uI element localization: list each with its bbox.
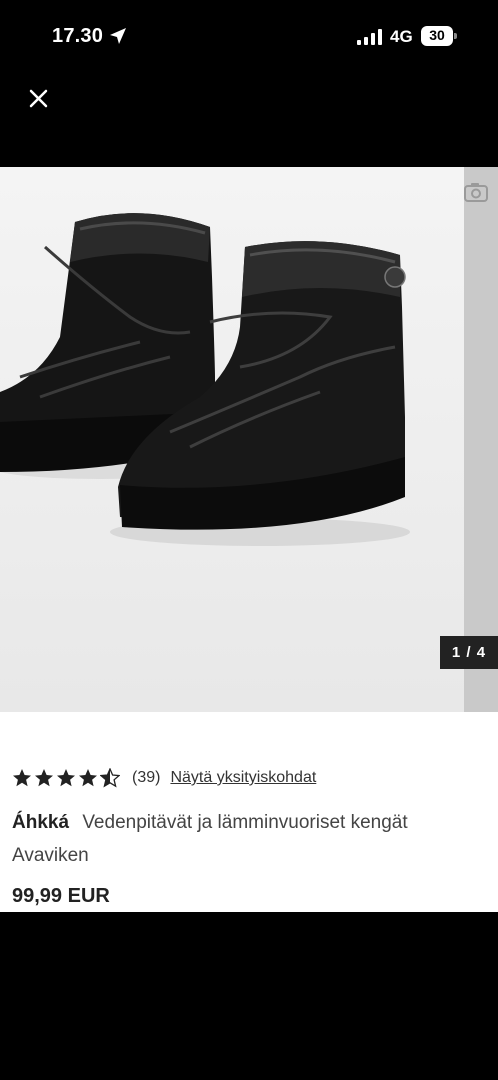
close-icon[interactable] — [22, 82, 56, 116]
show-details-link[interactable]: Näytä yksityiskohdat — [170, 769, 316, 787]
image-gallery[interactable]: 1 / 4 — [0, 167, 498, 712]
brand-name: Áhkká — [12, 812, 70, 833]
next-image-peek[interactable] — [464, 167, 498, 712]
product-details: (39) Näytä yksityiskohdat Áhkká Vedenpit… — [0, 712, 498, 912]
network-type: 4G — [390, 27, 413, 46]
status-bar: 17.30 4G 30 — [0, 0, 498, 75]
battery-icon: 30 — [421, 26, 457, 46]
bottom-area — [0, 912, 498, 1080]
product-price: 99,99 EUR — [12, 885, 110, 907]
image-counter: 1 / 4 — [440, 636, 498, 669]
rating-row: (39) Näytä yksityiskohdat — [12, 767, 316, 789]
battery-level: 30 — [429, 27, 445, 43]
star-rating — [12, 768, 122, 788]
product-subtitle: Avaviken — [12, 845, 89, 866]
star-icon — [13, 769, 31, 787]
product-name: Vedenpitävät ja lämminvuoriset kengät — [82, 812, 408, 833]
star-icon — [79, 769, 97, 787]
location-arrow-icon — [110, 28, 126, 44]
photo-icon[interactable] — [462, 179, 492, 205]
star-icon — [57, 769, 75, 787]
signal-icon — [357, 29, 382, 45]
status-time: 17.30 — [52, 25, 104, 47]
star-icon — [35, 769, 53, 787]
half-star-icon — [100, 768, 120, 788]
boots-illustration — [0, 213, 410, 546]
review-count: (39) — [132, 769, 161, 786]
product-title: Áhkká Vedenpitävät ja lämminvuoriset ken… — [12, 811, 408, 835]
product-image[interactable] — [0, 167, 464, 712]
